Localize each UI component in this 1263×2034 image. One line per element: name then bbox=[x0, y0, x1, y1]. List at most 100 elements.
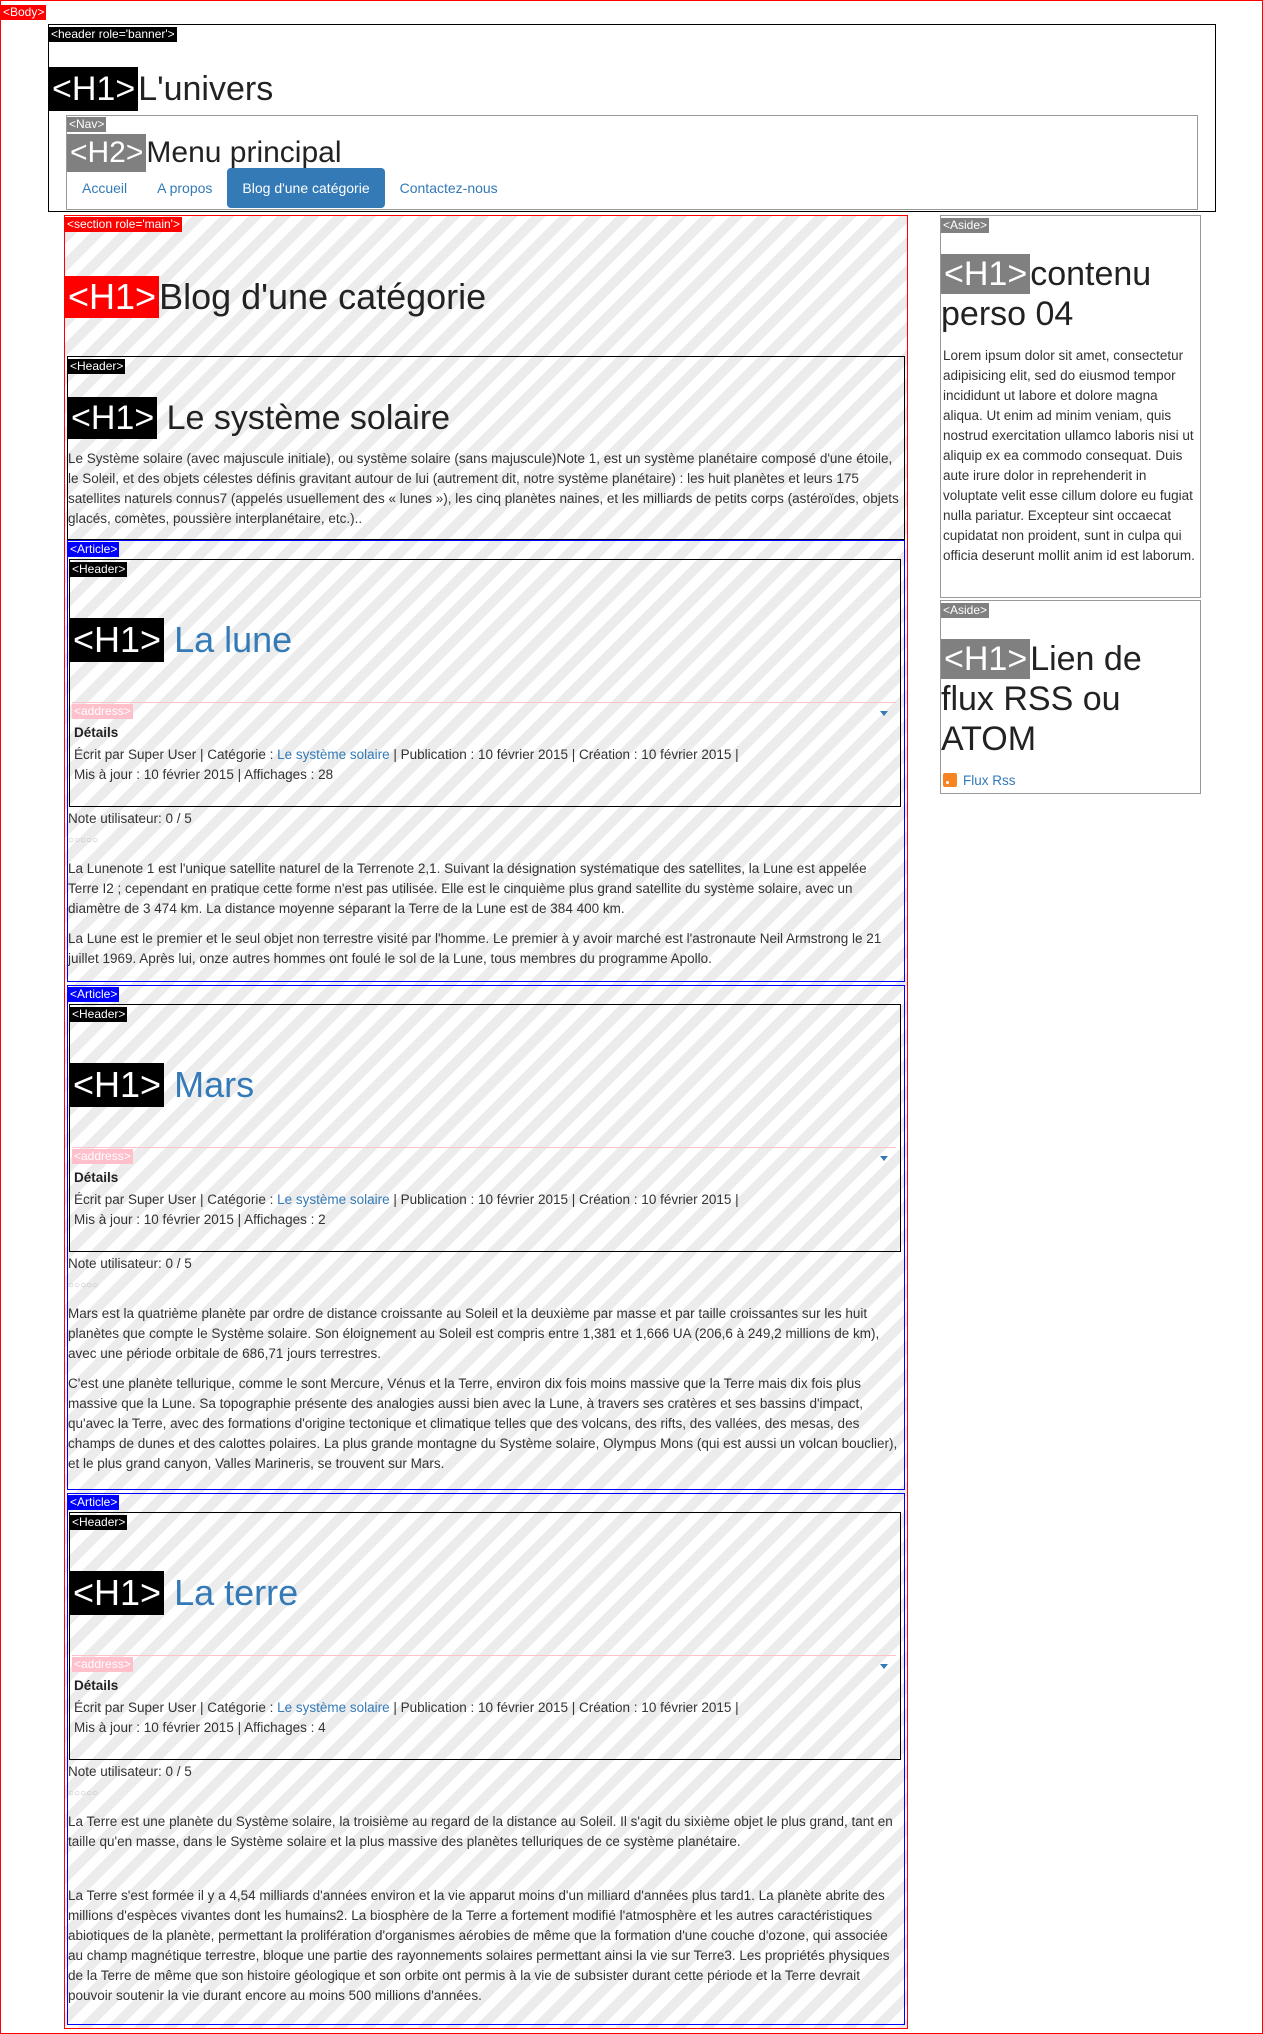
category-link[interactable]: Le système solaire bbox=[277, 1192, 390, 1207]
article-info: <address> Détails Écrit par Super User |… bbox=[72, 1655, 896, 1756]
written-by: Écrit par Super User | Catégorie : bbox=[74, 747, 278, 762]
nav-tag: <Nav> bbox=[67, 117, 107, 132]
aside-title: <H1>contenu perso 04 bbox=[941, 254, 1200, 334]
rss-link-row[interactable]: Flux Rss bbox=[943, 771, 1197, 791]
h1-tag: <H1> bbox=[65, 276, 160, 318]
dates: | Publication : 10 février 2015 | Créati… bbox=[389, 747, 739, 762]
article-mars: <Article> <Header> <H1> Mars <address> D… bbox=[67, 985, 905, 1490]
aside-rss: <Aside> <H1>Lien de flux RSS ou ATOM Flu… bbox=[940, 600, 1201, 794]
star-rating[interactable]: ○○○○○ bbox=[68, 835, 98, 846]
details-label: Détails bbox=[74, 725, 119, 740]
category-title: <H1> Le système solaire bbox=[68, 397, 450, 439]
article-header: <Header> <H1> La terre <address> Détails… bbox=[69, 1512, 901, 1760]
written-by: Écrit par Super User | Catégorie : bbox=[74, 1192, 278, 1207]
details-updated: Mis à jour : 10 février 2015 | Affichage… bbox=[74, 1720, 326, 1735]
details-updated: Mis à jour : 10 février 2015 | Affichage… bbox=[74, 767, 334, 782]
star-rating[interactable]: ○○○○○ bbox=[68, 1788, 98, 1799]
nav-title-text: Menu principal bbox=[146, 136, 342, 169]
paragraph: La Lunenote 1 est l'unique satellite nat… bbox=[68, 861, 867, 916]
category-title-text: Le système solaire bbox=[157, 399, 451, 437]
header-tag: <Header> bbox=[70, 562, 128, 577]
written-by: Écrit par Super User | Catégorie : bbox=[74, 1700, 278, 1715]
header-tag: <Header> bbox=[68, 359, 126, 374]
aside-tag: <Aside> bbox=[941, 603, 990, 618]
aside-text: Lorem ipsum dolor sit amet, consectetur … bbox=[943, 348, 1195, 563]
article-body: Mars est la quatrième planète par ordre … bbox=[68, 1304, 900, 1484]
paragraph: C'est une planète tellurique, comme le s… bbox=[68, 1376, 898, 1471]
chevron-down-icon[interactable] bbox=[880, 1156, 888, 1161]
address-tag: <address> bbox=[72, 1657, 133, 1672]
details-label: Détails bbox=[74, 1678, 119, 1693]
banner-tag: <header role='banner'> bbox=[49, 27, 177, 42]
article-body: La Terre est une planète du Système sola… bbox=[68, 1812, 900, 2016]
h1-tag: <H1> bbox=[49, 67, 139, 111]
article-title-link[interactable]: La terre bbox=[164, 1572, 298, 1613]
details-meta: Écrit par Super User | Catégorie : Le sy… bbox=[74, 1190, 739, 1210]
nav-link-blog-categorie[interactable]: Blog d'une catégorie bbox=[227, 168, 385, 208]
article-header: <Header> <H1> La lune <address> Détails … bbox=[69, 559, 901, 807]
chevron-down-icon[interactable] bbox=[880, 711, 888, 716]
rating-text: Note utilisateur: 0 / 5 bbox=[68, 1764, 192, 1779]
body-tag: <Body> bbox=[1, 5, 47, 20]
page-title: <H1>Blog d'une catégorie bbox=[65, 276, 486, 318]
page-title-text: Blog d'une catégorie bbox=[159, 276, 487, 317]
main-nav: <Nav> <H2> Menu principal Accueil A propo… bbox=[66, 115, 1198, 210]
h1-tag: <H1> bbox=[70, 618, 165, 662]
details-meta: Écrit par Super User | Catégorie : Le sy… bbox=[74, 745, 739, 765]
chevron-down-icon[interactable] bbox=[880, 1664, 888, 1669]
aside-tag: <Aside> bbox=[941, 218, 990, 233]
rss-link[interactable]: Flux Rss bbox=[963, 773, 1016, 788]
star-rating[interactable]: ○○○○○ bbox=[68, 1280, 98, 1291]
details-label: Détails bbox=[74, 1170, 119, 1185]
article-title-link[interactable]: Mars bbox=[164, 1064, 254, 1105]
category-header: <Header> <H1> Le système solaire Le Syst… bbox=[67, 356, 905, 540]
rss-icon bbox=[943, 773, 957, 787]
paragraph: Mars est la quatrième planète par ordre … bbox=[68, 1306, 880, 1361]
article-tag: <Article> bbox=[68, 542, 120, 557]
header-tag: <Header> bbox=[70, 1515, 128, 1530]
h1-tag: <H1> bbox=[70, 1063, 165, 1107]
nav-link-contact[interactable]: Contactez-nous bbox=[385, 168, 513, 208]
rating-text: Note utilisateur: 0 / 5 bbox=[68, 1256, 192, 1271]
paragraph: La Terre est une planète du Système sola… bbox=[68, 1814, 893, 1849]
header-tag: <Header> bbox=[70, 1007, 128, 1022]
dates: | Publication : 10 février 2015 | Créati… bbox=[389, 1192, 739, 1207]
nav-link-a-propos[interactable]: A propos bbox=[142, 168, 227, 208]
h2-tag: <H2> bbox=[67, 134, 147, 172]
h1-tag: <H1> bbox=[68, 397, 158, 439]
article-title[interactable]: <H1> La lune bbox=[70, 618, 292, 662]
main-tag: <section role='main'> bbox=[65, 217, 182, 232]
paragraph: La Lune est le premier et le seul objet … bbox=[68, 931, 882, 966]
address-tag: <address> bbox=[72, 704, 133, 719]
site-title-text: L'univers bbox=[138, 70, 274, 108]
nav-links: Accueil A propos Blog d'une catégorie Co… bbox=[67, 168, 513, 208]
nav-link-accueil[interactable]: Accueil bbox=[67, 168, 142, 208]
article-title-link[interactable]: La lune bbox=[164, 619, 292, 660]
article-la-lune: <Article> <Header> <H1> La lune <address… bbox=[67, 540, 905, 982]
article-tag: <Article> bbox=[68, 987, 120, 1002]
details-meta: Écrit par Super User | Catégorie : Le sy… bbox=[74, 1698, 739, 1718]
aside-custom-content: <Aside> <H1>contenu perso 04 Lorem ipsum… bbox=[940, 215, 1201, 598]
address-tag: <address> bbox=[72, 1149, 133, 1164]
h1-tag: <H1> bbox=[70, 1571, 165, 1615]
site-title: <H1>L'univers bbox=[49, 67, 273, 111]
category-link[interactable]: Le système solaire bbox=[277, 747, 390, 762]
rating-text: Note utilisateur: 0 / 5 bbox=[68, 811, 192, 826]
article-info: <address> Détails Écrit par Super User |… bbox=[72, 1147, 896, 1248]
category-description: Le Système solaire (avec majuscule initi… bbox=[68, 451, 899, 526]
paragraph: La Terre s'est formée il y a 4,54 millia… bbox=[68, 1888, 890, 2003]
aside-title: <H1>Lien de flux RSS ou ATOM bbox=[941, 639, 1200, 759]
dates: | Publication : 10 février 2015 | Créati… bbox=[389, 1700, 739, 1715]
category-link[interactable]: Le système solaire bbox=[277, 1700, 390, 1715]
article-body: La Lunenote 1 est l'unique satellite nat… bbox=[68, 859, 900, 979]
main-section: <section role='main'> <H1>Blog d'une cat… bbox=[64, 215, 908, 2029]
article-tag: <Article> bbox=[68, 1495, 120, 1510]
article-la-terre: <Article> <Header> <H1> La terre <addres… bbox=[67, 1493, 905, 2025]
article-header: <Header> <H1> Mars <address> Détails Écr… bbox=[69, 1004, 901, 1252]
article-title[interactable]: <H1> La terre bbox=[70, 1571, 298, 1615]
article-title[interactable]: <H1> Mars bbox=[70, 1063, 254, 1107]
article-info: <address> Détails Écrit par Super User |… bbox=[72, 702, 896, 803]
h1-tag: <H1> bbox=[941, 639, 1031, 679]
nav-title: <H2> Menu principal bbox=[67, 134, 342, 172]
h1-tag: <H1> bbox=[941, 254, 1031, 294]
